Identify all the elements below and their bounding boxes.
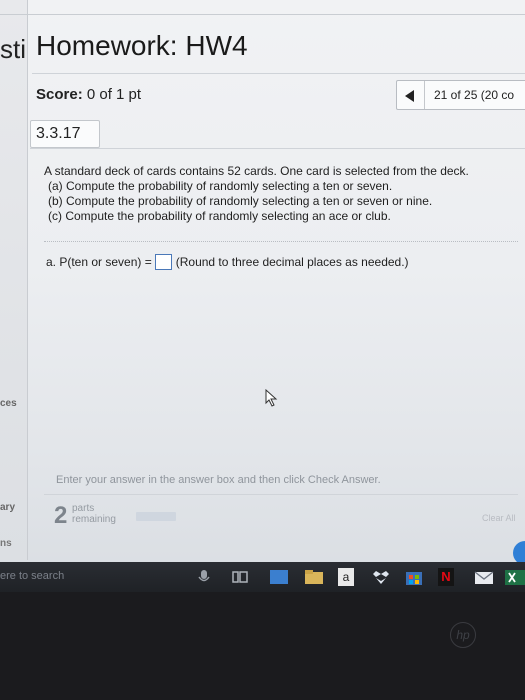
app-a-icon[interactable]: a (338, 568, 354, 586)
answer-hint: Enter your answer in the answer box and … (56, 474, 381, 486)
score-display: Score: 0 of 1 pt (36, 86, 141, 103)
netflix-icon[interactable]: N (438, 568, 454, 586)
dropbox-icon[interactable] (372, 568, 390, 586)
answer-instruction: (Round to three decimal places as needed… (175, 255, 409, 269)
page-title: Homework: HW4 (36, 30, 248, 61)
navigator-separator (424, 81, 425, 109)
answer-prefix: a. P(ten or seven) = (46, 255, 152, 269)
parts-remaining-label: parts remaining (72, 503, 116, 525)
browser-screen: sti ces ary ns Homework: HW4 Score: 0 of… (0, 0, 525, 592)
problem-part-b: (b) Compute the probability of randomly … (48, 194, 433, 208)
parts-label-line-2: remaining (72, 514, 116, 525)
taskbar-search-box[interactable]: ere to search (0, 570, 64, 582)
laptop-logo: hp (450, 622, 476, 648)
mail-icon[interactable] (474, 568, 494, 586)
problem-part-c: (c) Compute the probability of randomly … (48, 209, 391, 223)
problem-divider (44, 241, 518, 242)
previous-question-icon[interactable] (405, 90, 414, 102)
task-view-icon[interactable] (232, 568, 248, 586)
title-divider (32, 73, 525, 74)
mouse-pointer-icon (265, 389, 278, 407)
question-position-dropdown[interactable]: 21 of 25 (20 co (434, 88, 514, 102)
problem-intro: A standard deck of cards contains 52 car… (44, 164, 469, 178)
left-nav-options-link[interactable]: ns (0, 538, 12, 549)
problem-statement: A standard deck of cards contains 52 car… (44, 164, 514, 224)
left-nav-resources-link[interactable]: ces (0, 398, 17, 409)
problem-part-a: (a) Compute the probability of randomly … (48, 179, 393, 193)
windows-taskbar: ere to search a N (0, 562, 525, 592)
excel-icon[interactable] (504, 568, 525, 586)
store-icon[interactable] (404, 568, 424, 586)
clear-all-button[interactable]: Clear All (482, 513, 516, 523)
parts-remaining-count: 2 (54, 502, 68, 529)
parts-progress-bar (136, 512, 176, 521)
top-divider (0, 14, 525, 15)
file-explorer-icon[interactable] (304, 568, 324, 586)
question-navigator: 21 of 25 (20 co (396, 80, 525, 110)
left-nav-cut-text: sti (0, 34, 26, 64)
answer-input[interactable] (154, 254, 172, 270)
edge-browser-icon[interactable] (268, 568, 290, 586)
score-value: 0 of 1 pt (86, 86, 142, 103)
score-label: Score: (36, 86, 83, 103)
left-nav-panel (0, 0, 28, 560)
microphone-icon[interactable] (198, 568, 210, 586)
footer-divider (44, 494, 518, 495)
answer-row: a. P(ten or seven) = (Round to three dec… (46, 254, 409, 270)
left-nav-summary-link[interactable]: ary (0, 502, 15, 513)
parts-label-line-1: parts (72, 503, 95, 514)
content-divider (30, 148, 525, 149)
question-number: 3.3.17 (30, 120, 100, 148)
